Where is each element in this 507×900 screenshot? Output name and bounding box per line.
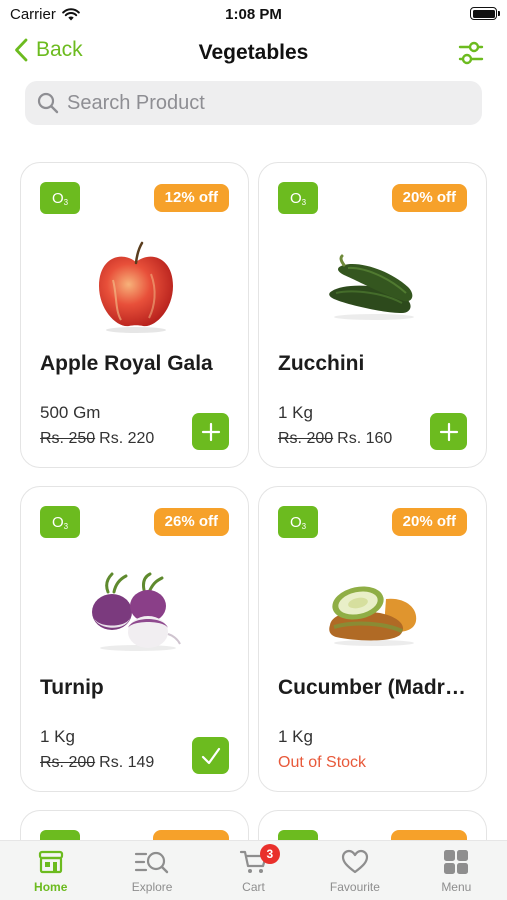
- tab-label: Home: [34, 880, 68, 894]
- product-name: Apple Royal Gala: [40, 352, 213, 375]
- product-name: Cucumber (Madras): [278, 676, 473, 699]
- product-name: Turnip: [40, 676, 104, 699]
- heart-icon: [341, 849, 369, 874]
- discount-badge: 20% off: [391, 184, 467, 212]
- new-price: Rs. 149: [99, 754, 155, 771]
- tab-menu[interactable]: Menu: [406, 841, 507, 900]
- clock: 1:08 PM: [225, 6, 282, 23]
- battery-icon: [470, 7, 500, 20]
- checkmark-icon: [201, 747, 220, 764]
- tab-label: Cart: [242, 880, 265, 894]
- product-quantity: 500 Gm: [40, 403, 101, 422]
- o3-badge: O3: [278, 182, 318, 214]
- discount-badge: 20% off: [391, 508, 467, 536]
- product-card[interactable]: O3 26% off Turnip 1 Kg Rs. 200 Rs. 149: [20, 486, 249, 792]
- product-price: Rs. 250 Rs. 220: [40, 430, 154, 448]
- add-to-cart-button[interactable]: [192, 413, 229, 450]
- cucumber-image: [328, 585, 416, 646]
- o3-badge-sub: 3: [63, 521, 69, 531]
- new-price: Rs. 160: [337, 430, 393, 447]
- in-cart-button[interactable]: [192, 737, 229, 774]
- back-label: Back: [36, 38, 83, 61]
- new-price: Rs. 220: [99, 430, 155, 447]
- old-price: Rs. 200: [278, 430, 334, 447]
- search-bar: [25, 81, 482, 125]
- tab-explore[interactable]: Explore: [101, 841, 202, 900]
- add-to-cart-button[interactable]: [430, 413, 467, 450]
- turnip-image: [91, 572, 181, 651]
- product-image: [259, 559, 488, 664]
- o3-badge-letter: O: [289, 189, 302, 207]
- zucchini-image: [328, 254, 414, 320]
- tab-label: Favourite: [329, 880, 380, 894]
- o3-badge-letter: O: [51, 513, 64, 531]
- product-quantity: 1 Kg: [278, 403, 313, 422]
- old-price: Rs. 200: [40, 754, 96, 771]
- product-quantity: 1 Kg: [40, 727, 75, 746]
- out-of-stock-label: Out of Stock: [278, 754, 367, 771]
- product-card[interactable]: O3 20% off Cucumber (Madras) 1 Kg Out of…: [258, 486, 487, 792]
- product-price: Rs. 200 Rs. 160: [278, 430, 392, 448]
- o3-badge-sub: 3: [301, 521, 307, 531]
- tab-cart[interactable]: 3 Cart: [203, 841, 304, 900]
- home-icon: [38, 850, 63, 874]
- apple-image: [98, 241, 173, 333]
- o3-badge-sub: 3: [63, 197, 69, 207]
- o3-badge-letter: O: [51, 189, 64, 207]
- menu-grid-icon: [444, 850, 469, 874]
- back-button[interactable]: Back: [14, 38, 83, 62]
- product-image: [259, 235, 488, 340]
- tab-home[interactable]: Home: [0, 841, 101, 900]
- plus-icon: [201, 422, 220, 441]
- chevron-left-icon: [15, 38, 28, 62]
- product-name: Zucchini: [278, 352, 365, 375]
- tab-bar: Home Explore 3 Cart Favourite Menu: [0, 840, 507, 900]
- old-price: Rs. 250: [40, 430, 96, 447]
- filter-button[interactable]: [457, 39, 485, 67]
- explore-icon: [135, 851, 169, 874]
- status-bar: Carrier 1:08 PM: [0, 0, 507, 30]
- discount-badge: 26% off: [153, 508, 229, 536]
- cart-count-badge: 3: [259, 844, 280, 864]
- tab-favourite[interactable]: Favourite: [304, 841, 405, 900]
- tab-label: Explore: [131, 880, 173, 894]
- tab-label: Menu: [441, 880, 472, 894]
- o3-badge: O3: [40, 182, 80, 214]
- o3-badge-letter: O: [289, 513, 302, 531]
- o3-badge: O3: [278, 506, 318, 538]
- product-card[interactable]: O3 20% off Zucchini 1 Kg Rs. 200 Rs. 160: [258, 162, 487, 468]
- search-icon: [37, 92, 59, 114]
- sliders-icon: [458, 41, 484, 65]
- navigation-bar: Back Vegetables: [0, 32, 507, 74]
- product-quantity: 1 Kg: [278, 727, 313, 746]
- product-card[interactable]: O3 12% off Apple Royal Gala 500 Gm Rs. 2…: [20, 162, 249, 468]
- o3-badge: O3: [40, 506, 80, 538]
- product-price: Rs. 200 Rs. 149: [40, 754, 154, 772]
- product-image: [21, 235, 250, 340]
- discount-badge: 12% off: [153, 184, 229, 212]
- o3-badge-sub: 3: [301, 197, 307, 207]
- plus-icon: [439, 422, 458, 441]
- search-input[interactable]: [67, 91, 467, 115]
- product-image: [21, 559, 250, 664]
